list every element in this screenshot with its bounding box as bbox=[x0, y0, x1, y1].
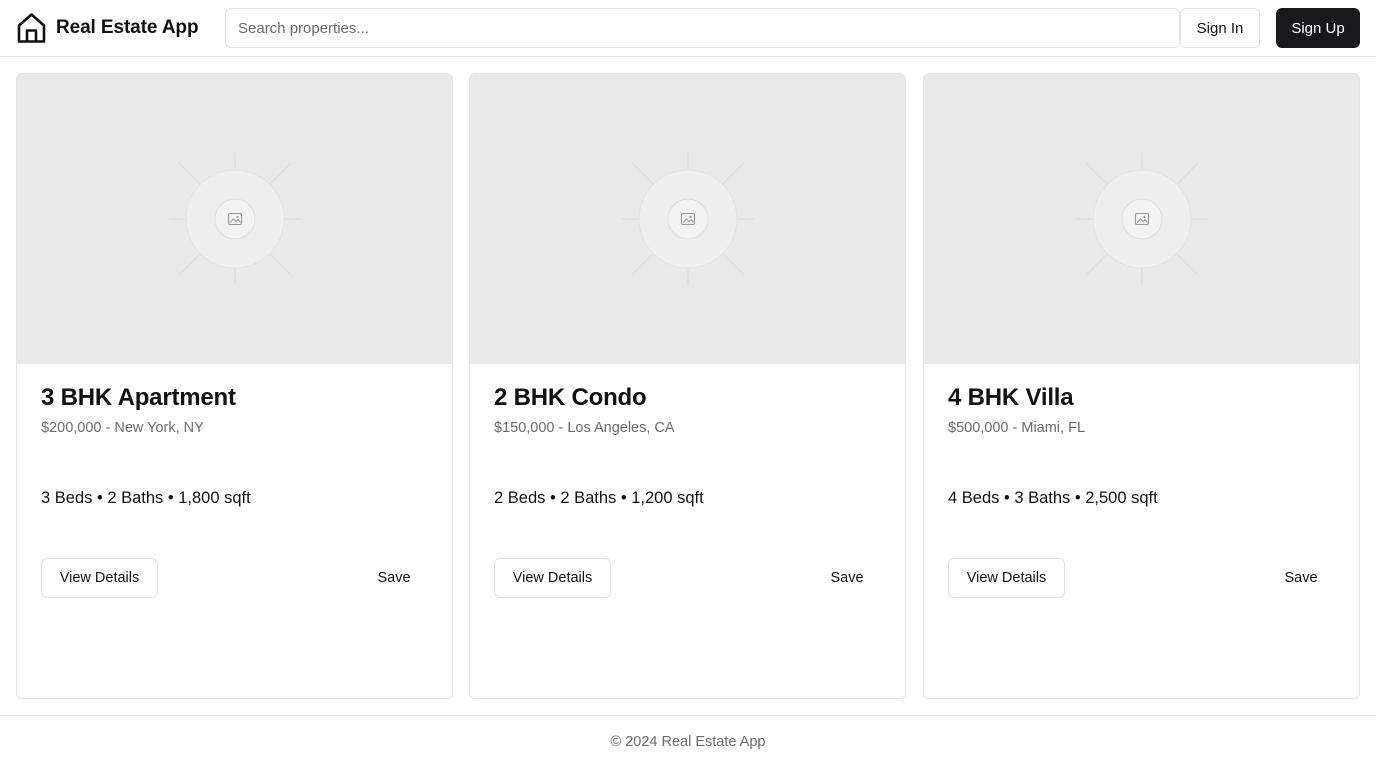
property-title: 2 BHK Condo bbox=[494, 384, 647, 411]
view-details-button[interactable]: View Details bbox=[41, 558, 158, 598]
search-input[interactable] bbox=[225, 8, 1180, 48]
top-navbar: Real Estate App Sign In Sign Up bbox=[0, 0, 1376, 57]
image-placeholder-icon bbox=[1075, 153, 1208, 285]
property-price-location: $150,000 - Los Angeles, CA bbox=[494, 420, 675, 436]
property-image-placeholder bbox=[470, 74, 905, 364]
brand[interactable]: Real Estate App bbox=[16, 11, 199, 45]
save-button[interactable]: Save bbox=[1267, 558, 1335, 598]
sign-in-button[interactable]: Sign In bbox=[1180, 8, 1260, 48]
save-button[interactable]: Save bbox=[813, 558, 881, 598]
property-card: 4 BHK Villa $500,000 - Miami, FL 4 Beds … bbox=[923, 73, 1360, 699]
property-title: 4 BHK Villa bbox=[948, 384, 1074, 411]
property-features: 4 Beds • 3 Baths • 2,500 sqft bbox=[948, 489, 1158, 507]
property-card: 3 BHK Apartment $200,000 - New York, NY … bbox=[16, 73, 453, 699]
view-details-button[interactable]: View Details bbox=[948, 558, 1065, 598]
image-placeholder-icon bbox=[621, 153, 754, 285]
save-button[interactable]: Save bbox=[360, 558, 428, 598]
property-features: 2 Beds • 2 Baths • 1,200 sqft bbox=[494, 489, 704, 507]
property-image-placeholder bbox=[17, 74, 452, 364]
property-title: 3 BHK Apartment bbox=[41, 384, 236, 411]
property-price-location: $200,000 - New York, NY bbox=[41, 420, 204, 436]
view-details-button[interactable]: View Details bbox=[494, 558, 611, 598]
property-price-location: $500,000 - Miami, FL bbox=[948, 420, 1086, 436]
sign-up-button[interactable]: Sign Up bbox=[1276, 8, 1360, 48]
copyright-text: © 2024 Real Estate App bbox=[610, 734, 766, 750]
app-title: Real Estate App bbox=[56, 17, 199, 38]
image-placeholder-icon bbox=[168, 153, 301, 285]
property-card: 2 BHK Condo $150,000 - Los Angeles, CA 2… bbox=[469, 73, 906, 699]
footer: © 2024 Real Estate App bbox=[0, 715, 1376, 768]
property-features: 3 Beds • 2 Baths • 1,800 sqft bbox=[41, 489, 251, 507]
property-image-placeholder bbox=[924, 74, 1359, 364]
home-icon bbox=[17, 13, 46, 43]
